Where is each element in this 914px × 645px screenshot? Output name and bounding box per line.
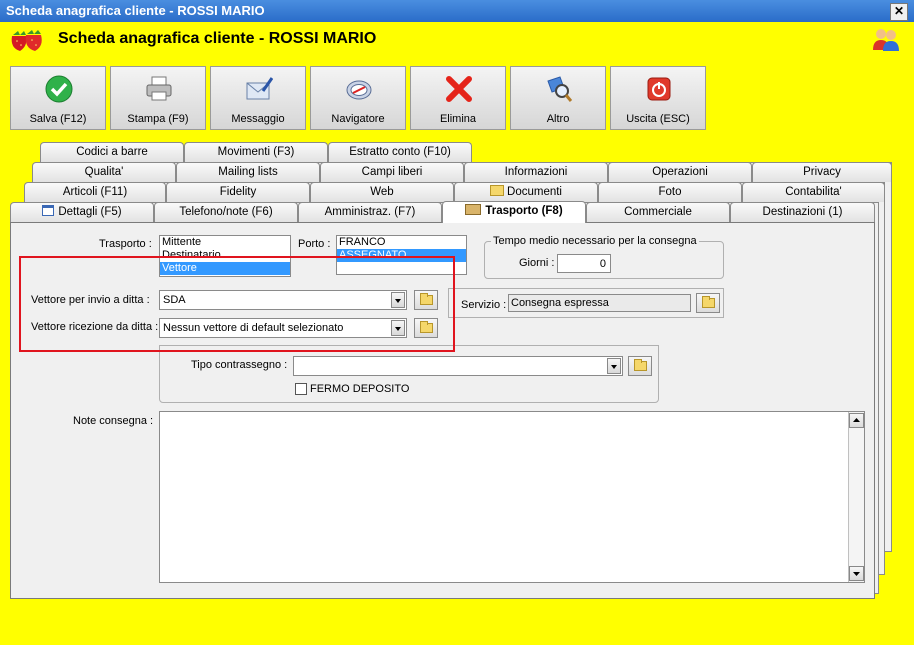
tab-mailing-lists[interactable]: Mailing lists bbox=[176, 162, 320, 182]
giorni-value: 0 bbox=[599, 258, 606, 270]
tab-contabilita[interactable]: Contabilita' bbox=[742, 182, 885, 202]
trasporto-listbox[interactable]: Mittente Destinatario Vettore bbox=[159, 235, 291, 277]
chevron-down-icon[interactable] bbox=[391, 292, 405, 308]
navigator-button[interactable]: Navigatore bbox=[310, 66, 406, 130]
giorni-input[interactable]: 0 bbox=[557, 254, 611, 273]
porto-listbox[interactable]: FRANCO ASSEGNATO bbox=[336, 235, 467, 275]
vettore-ricezione-select[interactable]: Nessun vettore di default selezionato bbox=[159, 318, 407, 338]
fermo-deposito-label: FERMO DEPOSITO bbox=[310, 383, 410, 395]
list-item[interactable]: Vettore bbox=[160, 262, 290, 275]
tab-dettagli[interactable]: Dettagli (F5) bbox=[10, 202, 154, 222]
folder-icon bbox=[420, 293, 433, 305]
power-icon bbox=[647, 77, 671, 101]
fermo-deposito-checkbox[interactable] bbox=[295, 383, 307, 395]
note-consegna-textarea[interactable] bbox=[159, 411, 865, 583]
folder-icon bbox=[702, 296, 715, 308]
tempo-consegna-title: Tempo medio necessario per la consegna bbox=[491, 235, 699, 247]
tab-movimenti[interactable]: Movimenti (F3) bbox=[184, 142, 328, 162]
tab-trasporto[interactable]: Trasporto (F8) bbox=[442, 201, 586, 223]
tab-commerciale[interactable]: Commerciale bbox=[586, 202, 730, 222]
tab-web[interactable]: Web bbox=[310, 182, 454, 202]
printer-icon bbox=[146, 76, 172, 101]
message-button[interactable]: Messaggio bbox=[210, 66, 306, 130]
list-item[interactable]: FRANCO bbox=[337, 236, 466, 249]
save-button[interactable]: Salva (F12) bbox=[10, 66, 106, 130]
exit-button[interactable]: Uscita (ESC) bbox=[610, 66, 706, 130]
users-icon[interactable] bbox=[872, 26, 900, 52]
tab-foto[interactable]: Foto bbox=[598, 182, 742, 202]
tab-estratto-conto[interactable]: Estratto conto (F10) bbox=[328, 142, 472, 162]
magnifier-icon bbox=[547, 76, 573, 102]
tab-fidelity[interactable]: Fidelity bbox=[166, 182, 310, 202]
vettore-ricezione-label: Vettore ricezione da ditta : bbox=[31, 321, 159, 333]
window-title: Scheda anagrafica cliente - ROSSI MARIO bbox=[6, 3, 265, 18]
tab-destinazioni[interactable]: Destinazioni (1) bbox=[730, 202, 875, 222]
check-icon bbox=[45, 75, 73, 103]
close-button[interactable]: ✕ bbox=[890, 3, 908, 21]
tab-amministrazione[interactable]: Amministraz. (F7) bbox=[298, 202, 442, 222]
trasporto-panel: Trasporto : Mittente Destinatario Vettor… bbox=[10, 222, 875, 599]
contrassegno-select[interactable] bbox=[293, 356, 623, 376]
servizio-label: Servizio : bbox=[461, 299, 507, 311]
vettore-invio-label: Vettore per invio a ditta : bbox=[31, 294, 150, 306]
folder-icon bbox=[634, 359, 647, 371]
folder-icon bbox=[420, 321, 433, 333]
other-button[interactable]: Altro bbox=[510, 66, 606, 130]
tab-articoli[interactable]: Articoli (F11) bbox=[24, 182, 166, 202]
tab-documenti[interactable]: Documenti bbox=[454, 182, 598, 202]
vettore-ricezione-folder-button[interactable] bbox=[414, 318, 438, 338]
delete-button[interactable]: Elimina bbox=[410, 66, 506, 130]
giorni-label: Giorni : bbox=[519, 257, 555, 269]
scroll-down-icon[interactable] bbox=[849, 566, 864, 581]
trasporto-label: Trasporto : bbox=[99, 238, 152, 250]
folder-icon bbox=[490, 185, 505, 196]
calendar-icon bbox=[42, 205, 55, 216]
servizio-folder-button[interactable] bbox=[696, 293, 720, 313]
tab-operazioni[interactable]: Operazioni bbox=[608, 162, 752, 182]
chevron-down-icon[interactable] bbox=[607, 358, 621, 374]
strawberry-logo-icon bbox=[11, 30, 42, 51]
window-titlebar: Scheda anagrafica cliente - ROSSI MARIO … bbox=[0, 0, 914, 22]
header: Scheda anagrafica cliente - ROSSI MARIO bbox=[0, 22, 914, 58]
tab-privacy[interactable]: Privacy bbox=[752, 162, 892, 182]
vettore-invio-select[interactable]: SDA bbox=[159, 290, 407, 310]
red-x-icon bbox=[446, 76, 472, 102]
tab-codici-a-barre[interactable]: Codici a barre bbox=[40, 142, 184, 162]
contrassegno-folder-button[interactable] bbox=[628, 356, 652, 376]
chevron-down-icon[interactable] bbox=[391, 320, 405, 336]
tab-telefono-note[interactable]: Telefono/note (F6) bbox=[154, 202, 298, 222]
note-scrollbar[interactable] bbox=[848, 412, 864, 582]
truck-icon bbox=[465, 204, 482, 215]
note-consegna-label: Note consegna : bbox=[73, 415, 154, 427]
tab-qualita[interactable]: Qualita' bbox=[32, 162, 176, 182]
servizio-value: Consegna espressa bbox=[511, 297, 609, 309]
list-item[interactable]: Destinatario bbox=[160, 249, 290, 262]
servizio-field[interactable]: Consegna espressa bbox=[508, 294, 691, 312]
tab-campi-liberi[interactable]: Campi liberi bbox=[320, 162, 464, 182]
compass-icon bbox=[346, 80, 372, 100]
print-button[interactable]: Stampa (F9) bbox=[110, 66, 206, 130]
vettore-ricezione-value: Nessun vettore di default selezionato bbox=[163, 322, 344, 334]
tab-informazioni[interactable]: Informazioni bbox=[464, 162, 608, 182]
list-item[interactable]: ASSEGNATO bbox=[337, 249, 466, 262]
porto-label: Porto : bbox=[298, 238, 331, 250]
contrassegno-label: Tipo contrassegno : bbox=[191, 359, 288, 371]
vettore-invio-folder-button[interactable] bbox=[414, 290, 438, 310]
vettore-invio-value: SDA bbox=[163, 294, 186, 306]
list-item[interactable]: Mittente bbox=[160, 236, 290, 249]
envelope-pen-icon bbox=[246, 77, 273, 100]
scroll-up-icon[interactable] bbox=[849, 413, 864, 428]
page-title: Scheda anagrafica cliente - ROSSI MARIO bbox=[58, 30, 377, 47]
